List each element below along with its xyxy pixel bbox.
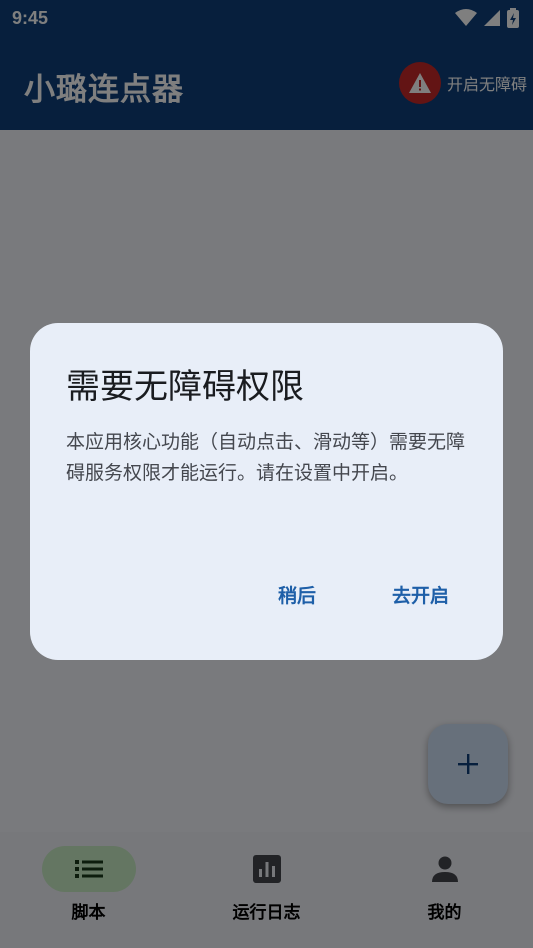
go-enable-button[interactable]: 去开启 [378,575,463,614]
later-button[interactable]: 稍后 [264,575,330,614]
accessibility-permission-dialog: 需要无障碍权限 本应用核心功能（自动点击、滑动等）需要无障碍服务权限才能运行。请… [30,323,503,660]
dialog-message: 本应用核心功能（自动点击、滑动等）需要无障碍服务权限才能运行。请在设置中开启。 [66,431,466,484]
dialog-actions: 稍后 去开启 [216,575,463,614]
dialog-title: 需要无障碍权限 [66,368,304,406]
